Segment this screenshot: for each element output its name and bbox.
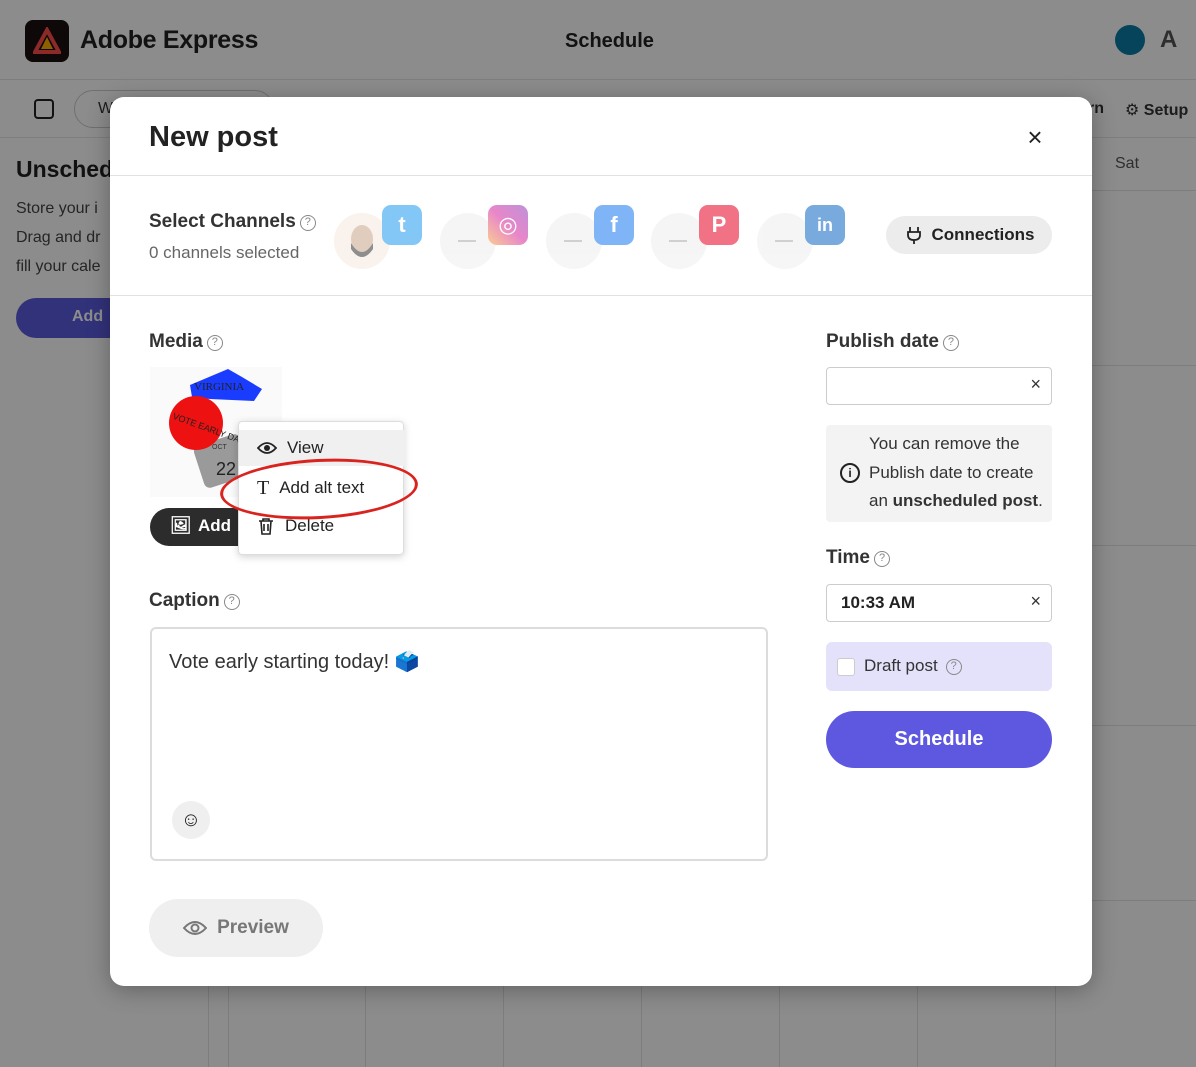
info-text-prefix: an: [869, 491, 893, 510]
close-button[interactable]: ×: [1020, 123, 1050, 153]
smiley-icon: ☺: [180, 808, 202, 831]
caption-text: Vote early starting today! 🗳️: [169, 651, 420, 673]
clear-date-icon[interactable]: ×: [1030, 374, 1041, 395]
channels-selected-count: 0 channels selected: [149, 243, 300, 262]
help-icon[interactable]: ?: [299, 215, 316, 231]
placeholder-dash: [775, 240, 793, 242]
publish-date-input[interactable]: ×: [826, 367, 1052, 405]
info-text-line: Publish date to create: [869, 463, 1034, 482]
eye-icon: [183, 921, 208, 935]
facebook-icon: f: [594, 205, 634, 245]
select-channels-text: Select Channels: [149, 211, 296, 232]
placeholder-dash: [458, 240, 476, 242]
placeholder-dash: [669, 240, 687, 242]
info-text-suffix: .: [1038, 491, 1043, 510]
info-text-line: You can remove the: [869, 434, 1020, 453]
help-icon[interactable]: ?: [223, 594, 240, 610]
info-text-line: an unscheduled post.: [869, 491, 1043, 511]
preview-button[interactable]: Preview: [149, 899, 323, 957]
image-state-text: VIRGINIA: [194, 381, 244, 393]
image-month-text: OCT: [212, 444, 228, 451]
channel-facebook[interactable]: f: [546, 205, 636, 269]
channel-instagram[interactable]: ◎: [440, 205, 530, 269]
plug-icon: [906, 227, 921, 244]
time-input[interactable]: 10:33 AM ×: [826, 584, 1052, 622]
publish-date-label: Publish date?: [826, 331, 959, 353]
add-media-label: Add: [198, 516, 232, 535]
time-label: Time?: [826, 547, 891, 569]
info-text-bold: unscheduled post: [892, 491, 1039, 510]
twitter-icon: t: [382, 205, 422, 245]
caption-label-text: Caption: [149, 590, 220, 611]
schedule-button[interactable]: Schedule: [826, 711, 1052, 768]
channel-linkedin[interactable]: in: [757, 205, 847, 269]
publish-date-label-text: Publish date: [826, 331, 939, 352]
draft-post-text: Draft post: [864, 656, 938, 675]
info-icon: i: [840, 463, 860, 483]
linkedin-icon: in: [805, 205, 845, 245]
select-channels-label: Select Channels?: [149, 211, 316, 233]
pinterest-icon: P: [699, 205, 739, 245]
dialog-title: New post: [149, 121, 278, 153]
draft-post-label: Draft post?: [864, 656, 962, 676]
help-icon[interactable]: ?: [942, 335, 959, 351]
eye-icon: [257, 442, 277, 454]
connections-button[interactable]: Connections: [886, 216, 1052, 254]
new-post-dialog: New post × Select Channels? 0 channels s…: [110, 97, 1092, 986]
time-value: 10:33 AM: [841, 593, 916, 612]
channel-pinterest[interactable]: P: [651, 205, 741, 269]
trash-icon: [259, 518, 273, 535]
emoji-button[interactable]: ☺: [172, 801, 210, 839]
divider: [110, 295, 1092, 296]
time-label-text: Time: [826, 547, 871, 568]
draft-post-option: Draft post?: [826, 642, 1052, 691]
clear-time-icon[interactable]: ×: [1030, 591, 1041, 612]
image-calendar-text: 22: [216, 459, 236, 479]
publish-date-info: i You can remove the Publish date to cre…: [826, 425, 1052, 522]
divider: [110, 175, 1092, 176]
instagram-icon: ◎: [488, 205, 528, 245]
media-label-text: Media: [149, 331, 203, 352]
image-icon: 🖼: [170, 516, 192, 535]
help-icon[interactable]: ?: [945, 659, 962, 675]
media-label: Media?: [149, 331, 223, 353]
draft-post-checkbox[interactable]: [837, 658, 855, 676]
help-icon[interactable]: ?: [874, 551, 891, 567]
help-icon[interactable]: ?: [206, 335, 223, 351]
caption-label: Caption?: [149, 590, 240, 612]
caption-textarea[interactable]: Vote early starting today! 🗳️ ☺: [150, 627, 768, 861]
channel-twitter[interactable]: t: [334, 205, 424, 269]
menu-item-label: View: [287, 438, 324, 457]
connections-label: Connections: [931, 225, 1035, 244]
preview-label: Preview: [217, 917, 289, 938]
placeholder-dash: [564, 240, 582, 242]
